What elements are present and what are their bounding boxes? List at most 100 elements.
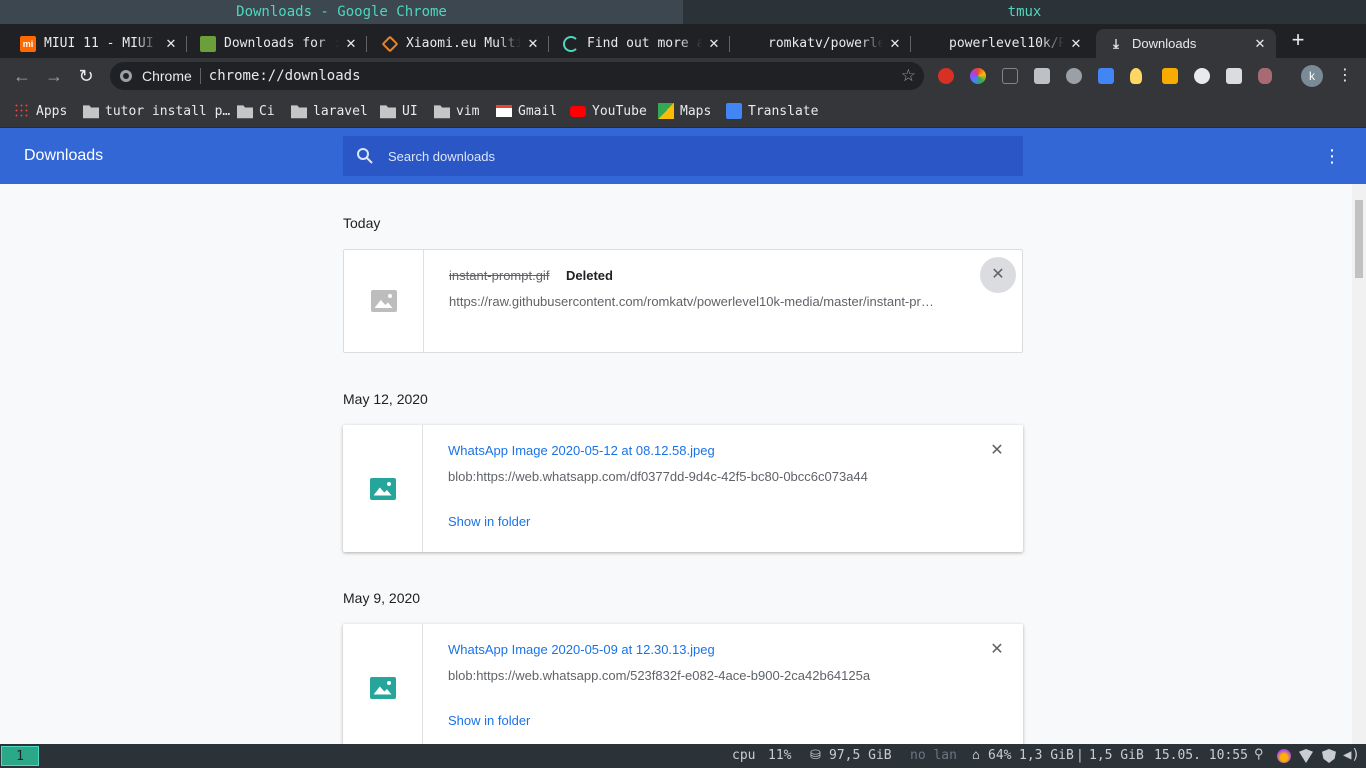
shield-icon[interactable] — [1322, 749, 1336, 763]
file-icon-column — [343, 624, 423, 744]
bookmark-folder-laravel[interactable]: laravel — [291, 101, 368, 121]
more-actions-icon[interactable]: ⋮ — [1322, 144, 1342, 168]
remove-from-list-button[interactable]: ✕ — [979, 433, 1015, 469]
file-name-link[interactable]: WhatsApp Image 2020-05-12 at 08.12.58.jp… — [448, 443, 715, 458]
file-url[interactable]: blob:https://web.whatsapp.com/df0377dd-9… — [448, 469, 868, 484]
folder-icon — [237, 105, 253, 119]
close-icon[interactable]: ✕ — [706, 36, 722, 52]
scrollbar-thumb[interactable] — [1355, 200, 1363, 278]
bookmark-label: Ci — [259, 103, 275, 119]
url-text[interactable]: chrome://downloads — [209, 68, 361, 84]
bookmark-label: Maps — [680, 103, 712, 119]
download-icon: ⤓ — [1113, 35, 1119, 51]
search-box[interactable] — [343, 136, 1023, 176]
tab-powerlevel10k-readme[interactable]: powerlevel10k/REA ✕ — [905, 29, 1092, 58]
tab-label: Xiaomi.eu Multila — [406, 36, 521, 51]
file-url[interactable]: https://raw.githubusercontent.com/romkat… — [449, 294, 934, 309]
close-icon[interactable]: ✕ — [1068, 36, 1084, 52]
cpu-label: cpu — [732, 748, 756, 763]
mail-extension-icon[interactable] — [1034, 68, 1050, 84]
file-name: instant-prompt.gif — [449, 268, 550, 283]
bookmark-gmail[interactable]: Gmail — [496, 101, 557, 121]
close-icon[interactable]: ✕ — [887, 36, 903, 52]
new-tab-button[interactable]: + — [1288, 29, 1308, 51]
downloads-header: Downloads ⋮ — [0, 128, 1366, 184]
close-icon[interactable]: ✕ — [163, 36, 179, 52]
date-header: May 12, 2020 — [343, 391, 428, 407]
chrome-window-title[interactable]: Downloads - Google Chrome — [0, 0, 683, 24]
tab-romkatv-powerlevel[interactable]: romkatv/powerleve ✕ — [724, 29, 911, 58]
browser-toolbar: ← → ↻ Chrome chrome://downloads ☆ k ⋮ — [0, 58, 1366, 94]
address-separator — [199, 68, 201, 84]
close-icon[interactable]: ✕ — [1252, 36, 1268, 52]
bookmark-star-icon[interactable]: ☆ — [901, 66, 916, 86]
battery-icon: ⌂ — [972, 748, 980, 763]
tab-miui[interactable]: mi MIUI 11 - MIUI 11 ✕ — [0, 29, 187, 58]
bookmark-apps[interactable]: Apps — [14, 101, 67, 121]
remove-from-list-button[interactable]: ✕ — [980, 257, 1016, 293]
address-bar[interactable]: Chrome chrome://downloads ☆ — [110, 62, 924, 90]
memory-separator: | — [1076, 748, 1084, 763]
bookmark-translate[interactable]: Translate — [726, 101, 818, 121]
bookmark-folder-ui[interactable]: UI — [380, 101, 418, 121]
xiaomi-eu-icon — [381, 35, 399, 52]
workspace-indicator[interactable]: 1 — [1, 746, 39, 766]
bug-extension-icon[interactable] — [1258, 68, 1272, 84]
link-icon[interactable]: ⚲ — [1254, 747, 1268, 762]
image-extension-icon[interactable] — [1226, 68, 1242, 84]
network-status: no lan — [910, 748, 957, 763]
close-icon[interactable]: ✕ — [525, 36, 541, 52]
tab-xiaomi-eu[interactable]: Xiaomi.eu Multila ✕ — [362, 29, 549, 58]
volume-icon[interactable]: ◀) — [1343, 747, 1360, 763]
show-in-folder-link[interactable]: Show in folder — [448, 713, 530, 728]
translate-icon — [726, 103, 742, 119]
google-translate-extension-icon[interactable] — [1098, 68, 1114, 84]
window-title-bar: Downloads - Google Chrome tmux — [0, 0, 1366, 24]
image-file-icon — [369, 477, 396, 500]
loading-spinner-icon — [563, 35, 579, 52]
tab-downloads-for[interactable]: Downloads for : - ✕ — [180, 29, 367, 58]
apps-grid-icon — [14, 103, 30, 119]
tmux-window-title[interactable]: tmux — [683, 0, 1366, 24]
gear-extension-icon[interactable] — [1066, 68, 1082, 84]
date-header: May 9, 2020 — [343, 590, 421, 606]
tab-label: powerlevel10k/REA — [949, 36, 1064, 51]
tab-strip: mi MIUI 11 - MIUI 11 ✕ Downloads for : -… — [0, 24, 1366, 58]
firefox-tray-icon[interactable] — [1277, 749, 1291, 763]
ruler-extension-icon[interactable] — [1002, 68, 1018, 84]
forward-arrow-icon[interactable]: → — [42, 64, 66, 88]
back-arrow-icon[interactable]: ← — [10, 64, 34, 88]
bookmark-label: laravel — [313, 103, 368, 119]
file-icon-column — [343, 425, 423, 552]
adblock-extension-icon[interactable] — [938, 68, 954, 84]
miui-icon: mi — [20, 35, 36, 52]
bookmark-youtube[interactable]: YouTube — [570, 101, 647, 121]
bookmark-maps[interactable]: Maps — [658, 101, 711, 121]
file-name-link[interactable]: WhatsApp Image 2020-05-09 at 12.30.13.jp… — [448, 642, 715, 657]
notes-extension-icon[interactable] — [1162, 68, 1178, 84]
search-icon[interactable] — [356, 147, 374, 165]
lightbulb-extension-icon[interactable] — [1130, 68, 1142, 84]
tab-find-out-more[interactable]: Find out more abo ✕ — [543, 29, 730, 58]
folder-icon — [380, 105, 396, 119]
show-in-folder-link[interactable]: Show in folder — [448, 514, 530, 529]
color-picker-extension-icon[interactable] — [970, 68, 986, 84]
remove-from-list-button[interactable]: ✕ — [979, 632, 1015, 668]
profile-avatar[interactable]: k — [1301, 65, 1323, 87]
circle-extension-icon[interactable] — [1194, 68, 1210, 84]
bookmark-folder-tutor[interactable]: tutor install p… — [83, 101, 230, 121]
file-url[interactable]: blob:https://web.whatsapp.com/523f832f-e… — [448, 668, 870, 683]
chrome-menu-icon[interactable]: ⋮ — [1336, 65, 1354, 87]
bookmark-label: Apps — [36, 103, 68, 119]
chrome-page-icon — [120, 70, 132, 82]
search-input[interactable] — [388, 148, 988, 164]
tab-downloads-active[interactable]: ⤓ Downloads ✕ — [1096, 29, 1276, 58]
wifi-icon[interactable] — [1299, 749, 1313, 763]
reload-icon[interactable]: ↻ — [74, 64, 98, 88]
memory-total: 1,5 GiB — [1089, 748, 1144, 763]
bookmark-folder-ci[interactable]: Ci — [237, 101, 275, 121]
scrollbar[interactable] — [1352, 184, 1366, 744]
bookmark-folder-vim[interactable]: vim — [434, 101, 479, 121]
github-icon — [744, 35, 760, 52]
close-icon[interactable]: ✕ — [343, 36, 359, 52]
